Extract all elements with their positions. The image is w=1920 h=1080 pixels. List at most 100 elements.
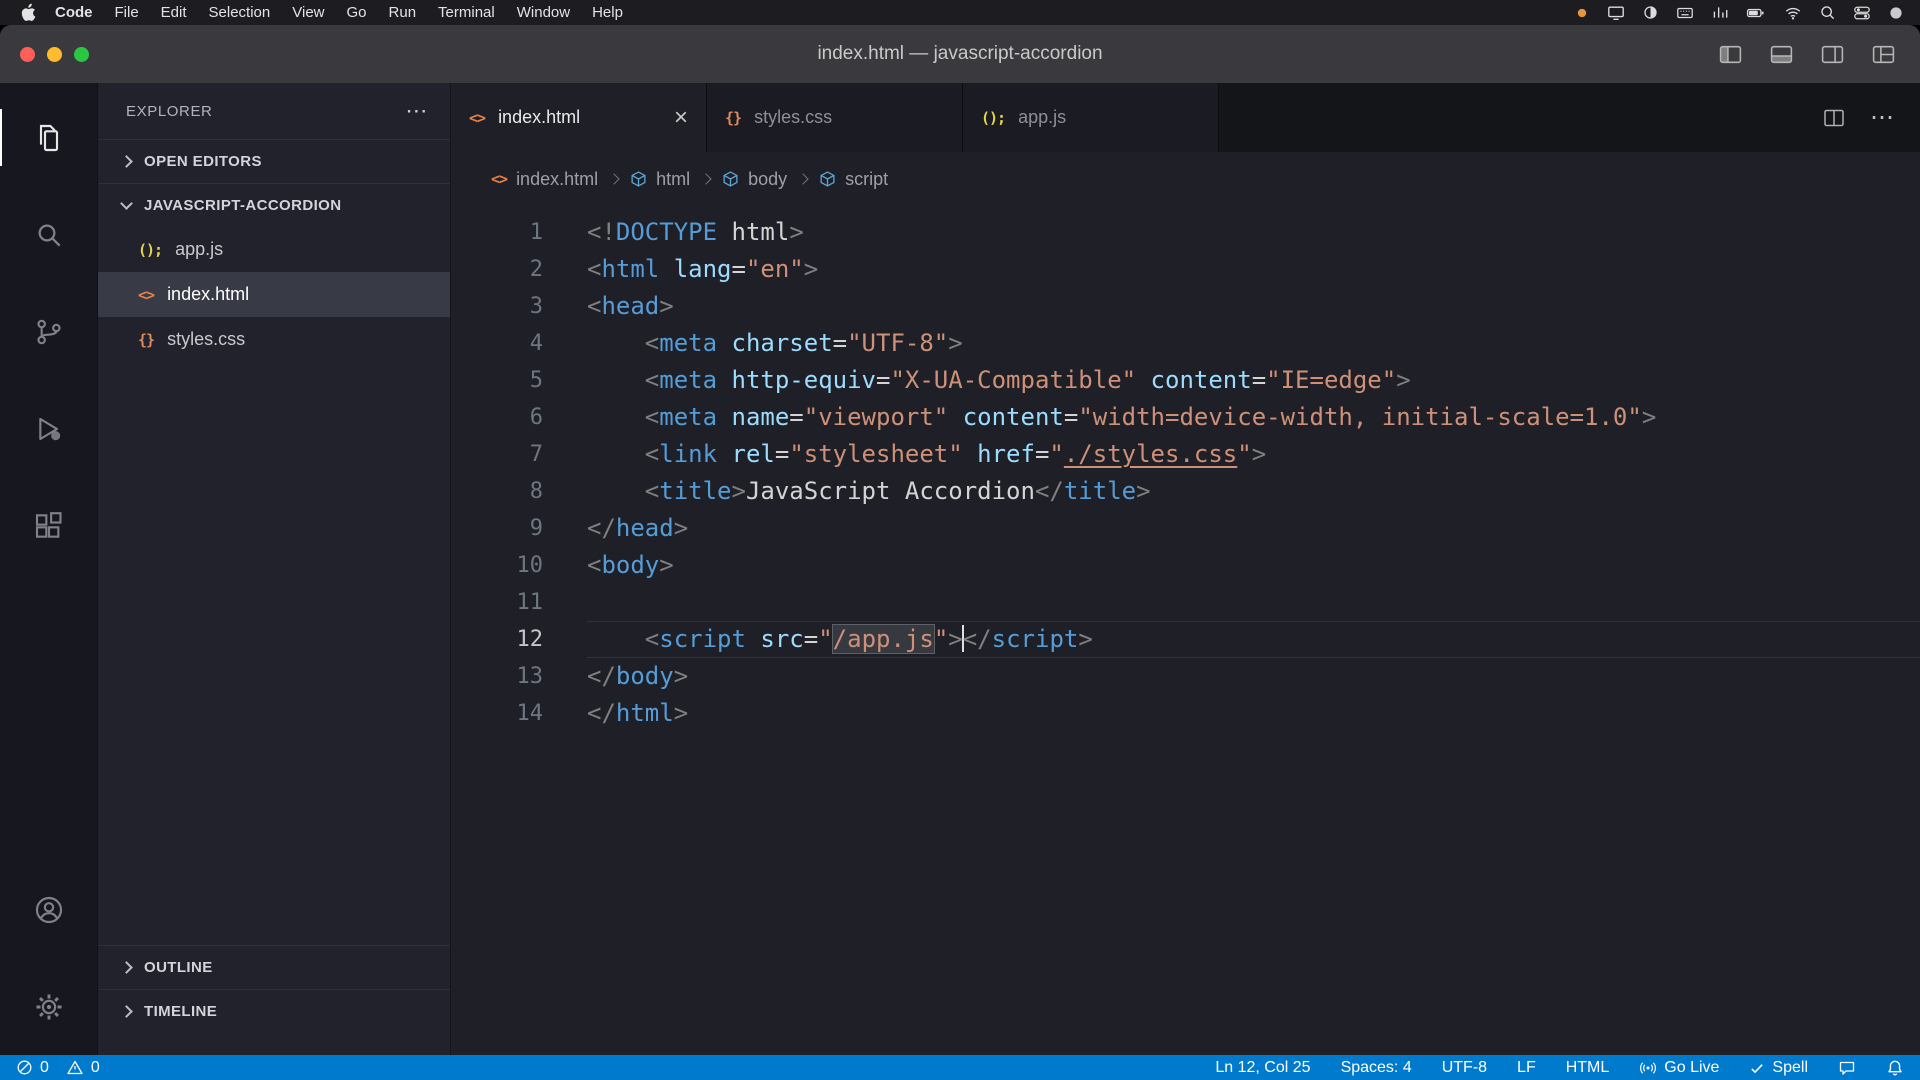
file-item-app-js[interactable]: (); app.js	[98, 227, 450, 272]
eol-status[interactable]: LF	[1517, 1059, 1536, 1077]
explorer-icon[interactable]	[0, 89, 97, 186]
code-line-9[interactable]: 9</head>	[451, 510, 1920, 547]
source-control-icon[interactable]	[0, 283, 97, 380]
language-mode-status[interactable]: HTML	[1566, 1059, 1610, 1077]
js-file-icon: ();	[138, 241, 162, 259]
close-window-button[interactable]	[20, 47, 35, 62]
line-number: 6	[451, 399, 543, 436]
tab-styles-css[interactable]: {} styles.css	[707, 83, 963, 152]
tab-app-js[interactable]: (); app.js	[963, 83, 1219, 152]
code-line-10[interactable]: 10<body>	[451, 547, 1920, 584]
code-line-8[interactable]: 8 <title>JavaScript Accordion</title>	[451, 473, 1920, 510]
extensions-icon[interactable]	[0, 477, 97, 574]
warning-count: 0	[91, 1059, 100, 1077]
spell-checker-status[interactable]: Spell	[1749, 1059, 1808, 1077]
toggle-primary-sidebar-icon[interactable]	[1718, 42, 1743, 67]
code-area[interactable]: 1<!DOCTYPE html>2<html lang="en">3<head>…	[451, 206, 1920, 1055]
breadcrumb-script[interactable]: script	[819, 169, 888, 190]
breadcrumb-html[interactable]: html	[630, 169, 690, 190]
menu-item-terminal[interactable]: Terminal	[427, 4, 506, 21]
cursor-position-status[interactable]: Ln 12, Col 25	[1215, 1059, 1310, 1077]
menu-item-run[interactable]: Run	[378, 4, 428, 21]
go-live-status[interactable]: Go Live	[1639, 1059, 1719, 1077]
sidebar-bottom-sections: OUTLINE TIMELINE	[98, 945, 450, 1055]
code-line-2[interactable]: 2<html lang="en">	[451, 251, 1920, 288]
breadcrumb-file[interactable]: <> index.html	[491, 169, 598, 190]
file-item-styles-css[interactable]: {} styles.css	[98, 317, 450, 362]
code-line-5[interactable]: 5 <meta http-equiv="X-UA-Compatible" con…	[451, 362, 1920, 399]
menu-item-file[interactable]: File	[104, 4, 150, 21]
run-debug-icon[interactable]	[0, 380, 97, 477]
file-item-index-html[interactable]: <> index.html	[98, 272, 450, 317]
symbol-cube-icon	[630, 171, 647, 188]
section-timeline[interactable]: TIMELINE	[98, 989, 450, 1033]
tab-index-html[interactable]: <> index.html ×	[451, 83, 707, 152]
titlebar-actions	[1718, 42, 1920, 67]
stats-icon[interactable]	[1711, 4, 1728, 21]
code-line-3[interactable]: 3<head>	[451, 288, 1920, 325]
account-icon[interactable]	[0, 861, 97, 958]
breadcrumbs: <> index.html html body	[451, 152, 1920, 206]
tab-label: app.js	[1018, 107, 1066, 128]
editor-actions: ⋯	[1822, 83, 1920, 152]
search-icon[interactable]	[0, 186, 97, 283]
symbol-cube-icon	[722, 171, 739, 188]
focus-icon[interactable]	[1642, 4, 1659, 21]
encoding-status[interactable]: UTF-8	[1442, 1059, 1487, 1077]
settings-gear-icon[interactable]	[0, 958, 97, 1055]
code-line-13[interactable]: 13</body>	[451, 658, 1920, 695]
errors-icon	[16, 1059, 33, 1076]
battery-icon[interactable]	[1745, 5, 1767, 21]
menu-item-selection[interactable]: Selection	[198, 4, 282, 21]
wifi-icon[interactable]	[1784, 5, 1802, 21]
line-number: 10	[451, 547, 543, 584]
notifications-bell-icon[interactable]	[1886, 1059, 1904, 1077]
control-center-icon[interactable]	[1853, 4, 1871, 22]
file-name: styles.css	[167, 329, 245, 350]
section-workspace[interactable]: JAVASCRIPT-ACCORDION	[98, 183, 450, 227]
close-tab-icon[interactable]: ×	[674, 106, 688, 130]
warnings-icon	[66, 1059, 84, 1076]
code-line-6[interactable]: 6 <meta name="viewport" content="width=d…	[451, 399, 1920, 436]
css-file-icon: {}	[138, 331, 154, 349]
siri-icon[interactable]	[1888, 5, 1904, 21]
problems-status[interactable]: 0 0	[16, 1059, 100, 1077]
explorer-more-actions-icon[interactable]: ⋯	[405, 100, 428, 122]
code-line-7[interactable]: 7 <link rel="stylesheet" href="./styles.…	[451, 436, 1920, 473]
display-icon[interactable]	[1607, 4, 1625, 22]
section-open-editors[interactable]: OPEN EDITORS	[98, 139, 450, 183]
code-line-4[interactable]: 4 <meta charset="UTF-8">	[451, 325, 1920, 362]
code-line-11[interactable]: 11	[451, 584, 1920, 621]
menu-item-window[interactable]: Window	[506, 4, 581, 21]
window-title: index.html — javascript-accordion	[0, 43, 1920, 65]
menu-item-view[interactable]: View	[281, 4, 335, 21]
breadcrumb-body[interactable]: body	[722, 169, 787, 190]
split-editor-icon[interactable]	[1822, 106, 1846, 130]
menu-item-help[interactable]: Help	[581, 4, 634, 21]
breadcrumb-label: index.html	[516, 169, 598, 190]
code-line-1[interactable]: 1<!DOCTYPE html>	[451, 214, 1920, 251]
section-outline[interactable]: OUTLINE	[98, 945, 450, 989]
toggle-panel-icon[interactable]	[1769, 42, 1794, 67]
code-line-14[interactable]: 14</html>	[451, 695, 1920, 732]
toggle-secondary-sidebar-icon[interactable]	[1820, 42, 1845, 67]
menu-item-go[interactable]: Go	[336, 4, 378, 21]
screen: Code File Edit Selection View Go Run Ter…	[0, 0, 1920, 1080]
feedback-icon[interactable]	[1838, 1059, 1856, 1077]
line-number: 5	[451, 362, 543, 399]
screen-recording-indicator-icon[interactable]	[1574, 5, 1590, 21]
code-line-12[interactable]: 12 <script src="/app.js"></script>	[451, 621, 1920, 658]
apple-menu-icon[interactable]	[16, 3, 44, 22]
minimize-window-button[interactable]	[47, 47, 62, 62]
titlebar[interactable]: index.html — javascript-accordion	[0, 25, 1920, 83]
zoom-window-button[interactable]	[74, 47, 89, 62]
customize-layout-icon[interactable]	[1871, 42, 1896, 67]
activity-bar-bottom	[0, 861, 97, 1055]
menu-item-edit[interactable]: Edit	[150, 4, 198, 21]
spotlight-icon[interactable]	[1819, 4, 1836, 21]
more-actions-icon[interactable]: ⋯	[1870, 106, 1894, 130]
menu-item-code[interactable]: Code	[44, 4, 104, 21]
keyboard-icon[interactable]	[1676, 4, 1694, 22]
indentation-status[interactable]: Spaces: 4	[1341, 1059, 1412, 1077]
breadcrumb-label: script	[845, 169, 888, 190]
